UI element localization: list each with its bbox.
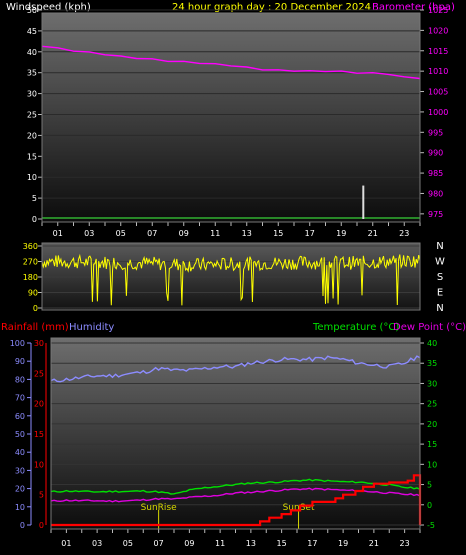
sun-marker-label: SunRise — [141, 503, 178, 513]
rainfall-tick-label: 0 — [39, 521, 44, 530]
wind-tick-label: 5 — [32, 194, 37, 203]
humidity-tick-label: 0 — [20, 521, 25, 530]
barometer-tick-label: 1000 — [428, 108, 448, 117]
hour-tick-label: 11 — [210, 229, 220, 238]
hour-tick-label: 21 — [369, 539, 379, 548]
temperature-tick-label: 30 — [427, 379, 437, 388]
barometer-tick-label: 1015 — [428, 47, 448, 56]
barometer-tick-label: 990 — [428, 149, 443, 158]
humidity-tick-label: 30 — [15, 466, 25, 475]
wind-tick-label: 45 — [27, 27, 37, 36]
hour-tick-label: 05 — [123, 539, 133, 548]
wind-tick-label: 0 — [32, 215, 37, 224]
dewpoint-axis-label: Dew Point (°C) — [393, 322, 466, 333]
direction-tick-label: 360 — [23, 242, 38, 251]
hour-tick-label: 03 — [84, 229, 94, 238]
wind-tick-label: 25 — [27, 111, 37, 120]
temperature-axis-label: Temperature (°C) — [312, 322, 399, 333]
hour-tick-label: 03 — [92, 539, 102, 548]
wind-tick-label: 20 — [27, 131, 37, 140]
rainfall-tick-label: 15 — [34, 430, 44, 439]
humidity-tick-label: 40 — [15, 448, 25, 457]
barometer-tick-label: 1010 — [428, 67, 448, 76]
wind-tick-label: 40 — [27, 48, 37, 57]
wind-tick-label: 15 — [27, 152, 37, 161]
hour-tick-label: 11 — [215, 539, 225, 548]
hour-tick-label: 01 — [53, 229, 63, 238]
barometer-tick-label: 1025 — [428, 6, 448, 15]
hour-tick-label: 09 — [179, 229, 189, 238]
rainfall-axis-label: Rainfall (mm) — [1, 322, 69, 333]
humidity-tick-label: 60 — [15, 412, 25, 421]
hour-tick-label: 09 — [184, 539, 194, 548]
humidity-tick-label: 10 — [15, 503, 25, 512]
hour-tick-label: 17 — [307, 539, 317, 548]
humidity-tick-label: 20 — [15, 485, 25, 494]
hour-tick-label: 07 — [154, 539, 164, 548]
barometer-tick-label: 995 — [428, 128, 443, 137]
compass-label: E — [437, 288, 443, 299]
rainfall-tick-label: 5 — [39, 491, 44, 500]
hour-tick-label: 15 — [273, 229, 283, 238]
hour-tick-label: 01 — [61, 539, 71, 548]
barometer-tick-label: 980 — [428, 189, 443, 198]
rainfall-tick-label: 10 — [34, 460, 44, 469]
direction-tick-label: 0 — [33, 304, 38, 313]
temperature-tick-label: 0 — [427, 501, 432, 510]
barometer-tick-label: 975 — [428, 210, 443, 219]
direction-tick-label: 270 — [23, 258, 38, 267]
temperature-tick-label: 10 — [427, 460, 437, 469]
hour-tick-label: 13 — [246, 539, 256, 548]
hour-tick-label: 13 — [242, 229, 252, 238]
hour-tick-label: 19 — [336, 229, 346, 238]
hour-tick-label: 23 — [399, 229, 409, 238]
temperature-tick-label: 35 — [427, 359, 437, 368]
barometer-tick-label: 1005 — [428, 88, 448, 97]
temperature-tick-label: -5 — [427, 521, 435, 530]
hour-tick-label: 05 — [116, 229, 126, 238]
chart-title: 24 hour graph day : 20 December 2024 — [172, 2, 371, 13]
compass-label: W — [435, 257, 445, 268]
temperature-tick-label: 40 — [427, 339, 437, 348]
hour-tick-label: 23 — [400, 539, 410, 548]
direction-tick-label: 180 — [23, 273, 38, 282]
humidity-tick-label: 90 — [15, 357, 25, 366]
hour-tick-label: 21 — [368, 229, 378, 238]
direction-tick-label: 90 — [28, 289, 38, 298]
rainfall-tick-label: 30 — [34, 339, 44, 348]
wind-tick-label: 30 — [27, 90, 37, 99]
hour-tick-label: 19 — [338, 539, 348, 548]
wind-tick-label: 10 — [27, 173, 37, 182]
temperature-tick-label: 25 — [427, 400, 437, 409]
humidity-tick-label: 50 — [15, 430, 25, 439]
rainfall-tick-label: 20 — [34, 400, 44, 409]
wind-tick-label: 35 — [27, 69, 37, 78]
humidity-axis-label: Humidity — [69, 322, 114, 333]
hour-tick-label: 15 — [277, 539, 287, 548]
temperature-tick-label: 20 — [427, 420, 437, 429]
humidity-tick-label: 70 — [15, 394, 25, 403]
hour-tick-label: 17 — [305, 229, 315, 238]
compass-label: S — [437, 272, 443, 283]
humidity-tick-label: 100 — [10, 339, 25, 348]
wind-axis-label: Windspeed (kph) — [6, 2, 91, 13]
temperature-tick-label: 5 — [427, 481, 432, 490]
compass-label: N — [436, 241, 443, 252]
weather-graph: Windspeed (kph) 24 hour graph day : 20 D… — [1, 2, 466, 548]
barometer-tick-label: 985 — [428, 169, 443, 178]
rainfall-tick-label: 25 — [34, 369, 44, 378]
humidity-tick-label: 80 — [15, 375, 25, 384]
hour-tick-label: 07 — [147, 229, 157, 238]
barometer-tick-label: 1020 — [428, 26, 448, 35]
temperature-tick-label: 15 — [427, 440, 437, 449]
compass-label: N — [436, 303, 443, 314]
wind-tick-label: 50 — [27, 6, 37, 15]
